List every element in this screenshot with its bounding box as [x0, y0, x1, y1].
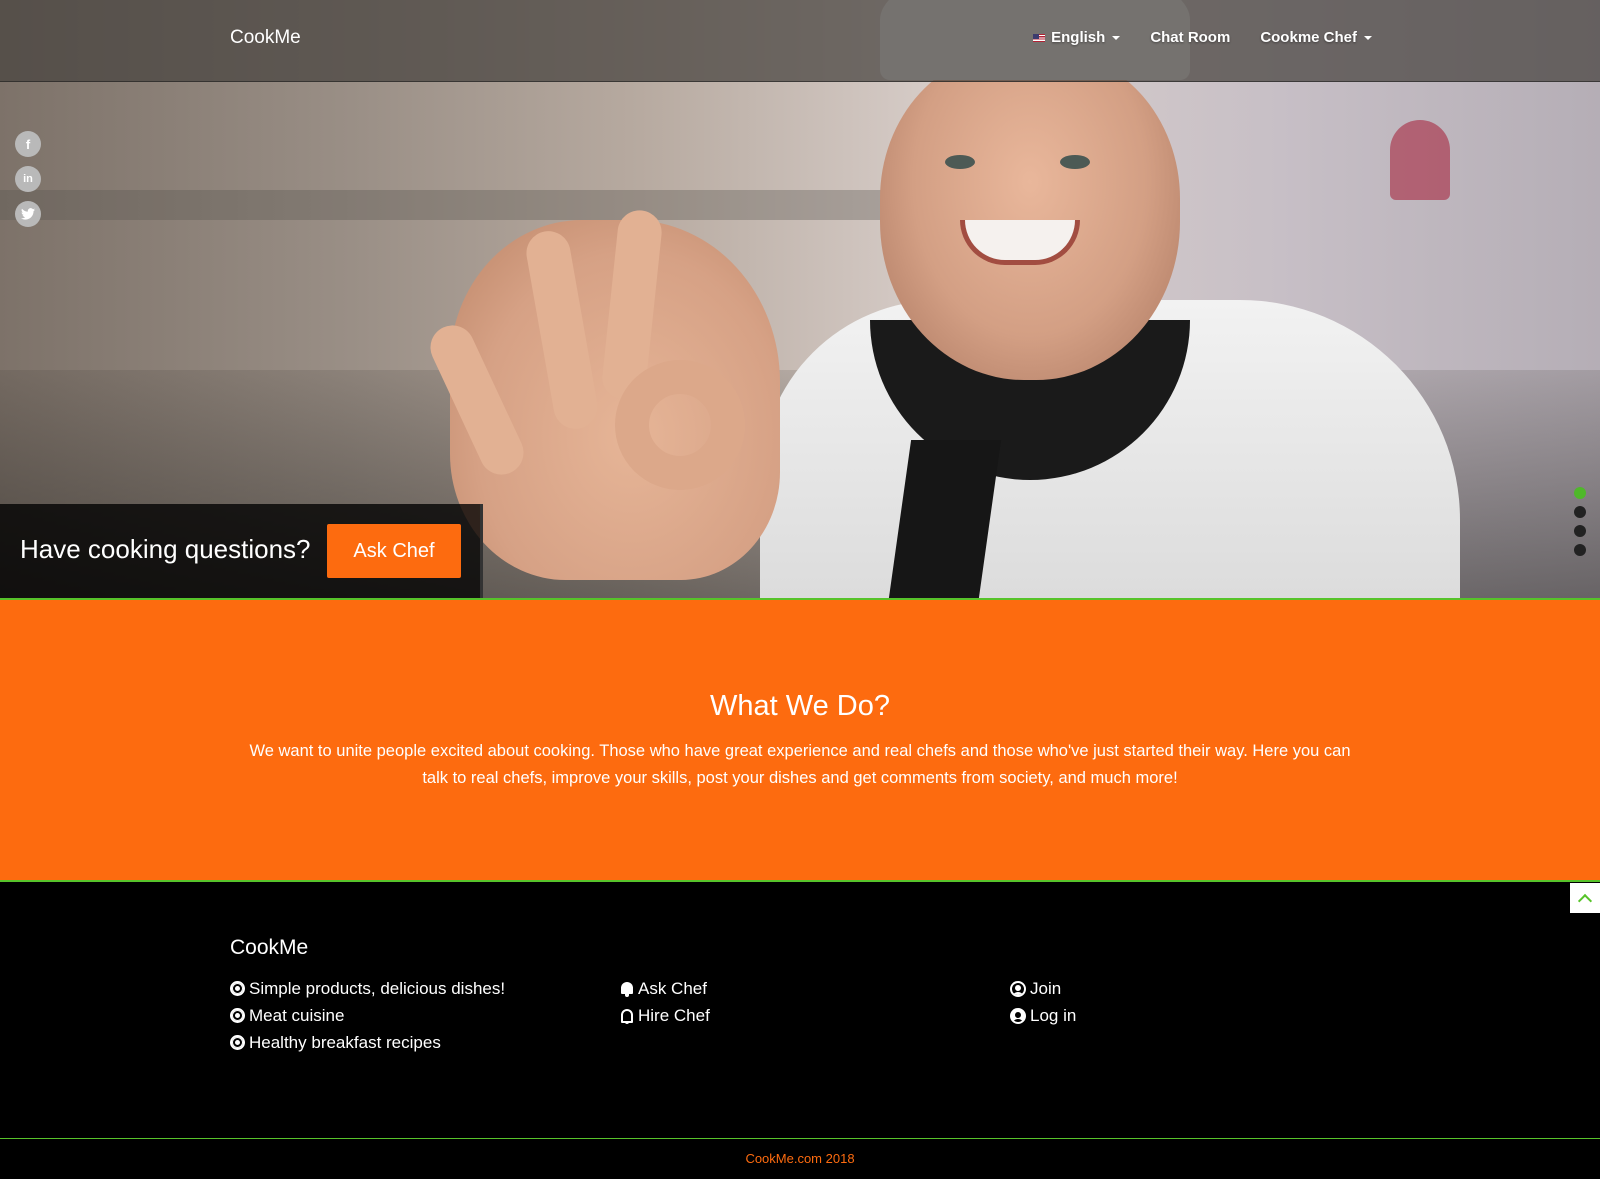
copyright-text: CookMe.com 2018	[745, 1151, 855, 1166]
bell-outline-icon	[620, 1008, 634, 1024]
slide-dot[interactable]	[1574, 506, 1586, 518]
caret-down-icon	[1112, 35, 1121, 40]
user-circle-solid-icon	[1010, 1007, 1026, 1024]
footer-link-hire-chef[interactable]: Hire Chef	[620, 1005, 710, 1026]
section-description: We want to unite people excited about co…	[249, 742, 1351, 787]
footer-link-label: Ask Chef	[638, 979, 707, 998]
scroll-to-top-button[interactable]	[1570, 883, 1600, 913]
what-we-do-section: What We Do? We want to unite people exci…	[0, 600, 1600, 880]
hero-shelf	[0, 190, 900, 220]
footer-column-chef: Ask Chef Hire Chef	[620, 978, 710, 1026]
slide-dot[interactable]	[1574, 525, 1586, 537]
us-flag-icon	[1033, 33, 1046, 42]
slider-dots	[1574, 487, 1586, 556]
top-navbar: CookMe English Chat Room Cookme Chef	[0, 0, 1600, 82]
language-label: English	[1051, 29, 1106, 46]
ask-chef-button[interactable]: Ask Chef	[327, 524, 461, 578]
target-icon	[230, 1008, 245, 1023]
footer-brand: CookMe	[230, 936, 309, 959]
slide-dot[interactable]	[1574, 487, 1586, 499]
footer-divider	[0, 1138, 1600, 1139]
footer-link-label: Hire Chef	[638, 1006, 710, 1025]
caret-down-icon	[1364, 35, 1372, 40]
footer-link-join[interactable]: Join	[1010, 978, 1076, 999]
footer-link-label: Simple products, delicious dishes!	[249, 979, 506, 998]
social-links: f in	[15, 131, 41, 227]
footer-column-recipes: Simple products, delicious dishes! Meat …	[230, 978, 505, 1053]
chef-ok-gesture	[615, 360, 745, 490]
target-icon	[230, 981, 245, 996]
footer-link-label: Log in	[1030, 1006, 1077, 1025]
facebook-icon[interactable]: f	[15, 131, 41, 157]
chef-face	[880, 50, 1180, 380]
site-brand[interactable]: CookMe	[230, 27, 301, 49]
footer-link-ask-chef[interactable]: Ask Chef	[620, 978, 710, 999]
footer-link-login[interactable]: Log in	[1010, 1005, 1076, 1026]
language-dropdown[interactable]: English	[1033, 29, 1121, 46]
twitter-icon[interactable]	[15, 201, 41, 227]
target-icon	[230, 1035, 245, 1050]
chat-room-label: Chat Room	[1150, 29, 1231, 46]
nav-chat-room[interactable]: Chat Room	[1150, 29, 1230, 46]
cookme-chef-dropdown[interactable]: Cookme Chef	[1260, 29, 1372, 46]
linkedin-icon[interactable]: in	[15, 166, 41, 192]
nav-menu: English Chat Room Cookme Chef	[1033, 29, 1372, 46]
footer-link-healthy-breakfast[interactable]: Healthy breakfast recipes	[230, 1032, 505, 1053]
footer-link-label: Healthy breakfast recipes	[249, 1033, 441, 1052]
hero-pot	[1390, 120, 1450, 200]
chef-eye	[945, 155, 975, 169]
cookme-chef-label: Cookme Chef	[1260, 29, 1357, 46]
ask-chef-panel: Have cooking questions? Ask Chef	[0, 504, 483, 598]
bell-icon	[620, 981, 634, 997]
chef-eye	[1060, 155, 1090, 169]
slide-dot[interactable]	[1574, 544, 1586, 556]
footer-column-account: Join Log in	[1010, 978, 1076, 1026]
footer-link-meat-cuisine[interactable]: Meat cuisine	[230, 1005, 505, 1026]
chevron-up-icon	[1577, 893, 1593, 908]
footer-link-label: Join	[1030, 979, 1062, 998]
footer-link-simple-products[interactable]: Simple products, delicious dishes!	[230, 978, 505, 999]
user-circle-icon	[1010, 980, 1026, 997]
cooking-question-text: Have cooking questions?	[20, 534, 311, 564]
footer-link-label: Meat cuisine	[249, 1006, 345, 1025]
section-title: What We Do?	[710, 690, 890, 722]
